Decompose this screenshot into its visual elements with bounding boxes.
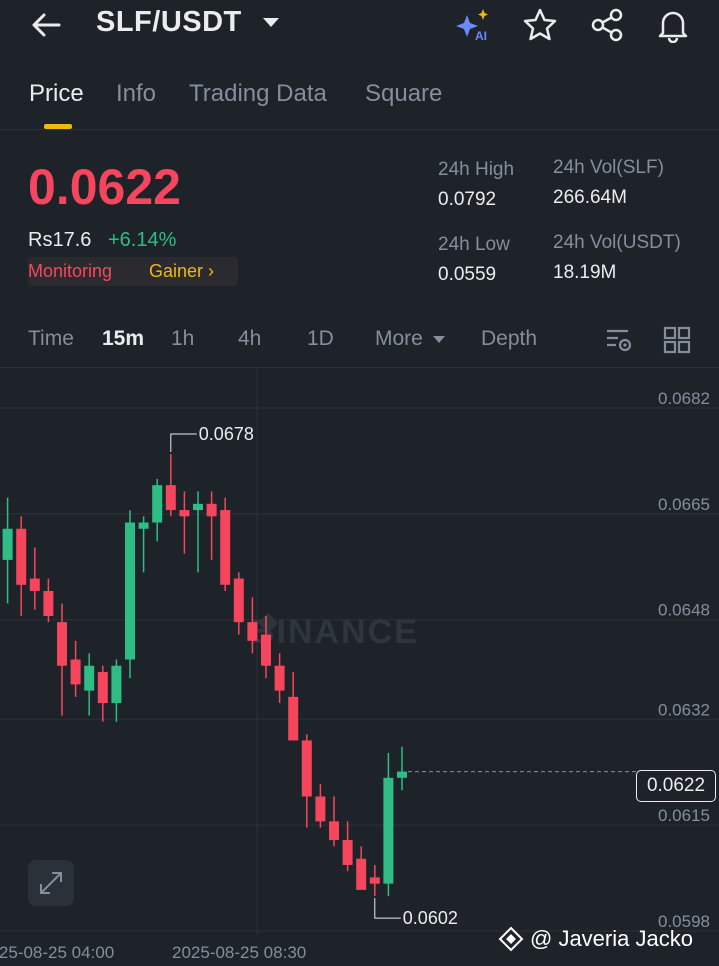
fiat-price: Rs17.6 (28, 229, 92, 251)
monitoring-tag: Monitoring (28, 261, 113, 281)
interval-1h[interactable]: 1h (171, 327, 194, 351)
min-price-label: 0.0602 (403, 908, 458, 928)
candle-body (274, 665, 285, 691)
y-tick-label: 0.0665 (658, 495, 710, 514)
candle-body (315, 796, 326, 822)
tab-price[interactable]: Price (29, 80, 84, 108)
chevron-down-icon[interactable] (263, 18, 279, 27)
candle-body (29, 578, 40, 592)
chart-watermark: BINANCE (250, 613, 419, 651)
interval-time[interactable]: Time (28, 327, 74, 351)
tab-square[interactable]: Square (365, 80, 442, 108)
caret-down-icon (432, 335, 445, 343)
candle-body (97, 671, 108, 704)
min-marker-line (374, 898, 401, 919)
price-change: +6.14% (108, 229, 177, 251)
candle-body (138, 522, 149, 529)
interval-4h[interactable]: 4h (238, 327, 261, 351)
ai-label: AI (475, 29, 487, 43)
candle-body (233, 578, 244, 623)
candle-body (206, 503, 217, 517)
vol-quote-value: 18.19M (553, 262, 617, 283)
chevron-right-icon: › (208, 261, 215, 281)
max-marker-line (170, 433, 197, 453)
back-button[interactable] (26, 5, 66, 45)
pair-title[interactable]: SLF/USDT (96, 6, 242, 39)
x-tick-label: 2025-08-25 04:00 (0, 943, 114, 962)
y-tick-label: 0.0632 (658, 700, 710, 719)
indicator-settings-icon (607, 329, 632, 352)
candle-body (125, 522, 135, 660)
y-tick-label: 0.0682 (658, 389, 710, 408)
indicator-settings-button[interactable] (599, 320, 639, 360)
current-price-label: 0.0622 (636, 770, 716, 802)
candlestick-chart[interactable]: BINANCE 0.0678 0.0602 0.0682 0.0665 0.0648 0… (0, 368, 719, 966)
high-label: 24h High (438, 159, 515, 180)
last-price: 0.0622 (28, 159, 181, 215)
bell-icon (658, 11, 688, 43)
vol-quote-label: 24h Vol(USDT) (553, 232, 681, 253)
interval-15m[interactable]: 15m (102, 327, 144, 351)
interval-1d[interactable]: 1D (307, 327, 334, 351)
grid-icon (663, 326, 691, 354)
candle-body (179, 510, 190, 517)
low-value: 0.0559 (438, 264, 497, 285)
candle-body (57, 622, 67, 666)
interval-more[interactable]: More (375, 327, 445, 351)
arrow-left-icon (32, 13, 61, 37)
max-price-label: 0.0678 (199, 424, 254, 444)
gainer-label: Gainer (149, 261, 204, 281)
candle-body (165, 485, 176, 511)
tab-trading-data[interactable]: Trading Data (189, 80, 327, 108)
candle-body (43, 591, 54, 616)
candle-body (16, 528, 27, 585)
ai-sparkle-icon: AI (456, 9, 488, 43)
low-label: 24h Low (438, 234, 510, 255)
tabs-divider (0, 129, 719, 130)
share-icon (591, 8, 623, 42)
candle-body (383, 777, 394, 884)
fullscreen-button[interactable] (28, 860, 74, 906)
candle-body (369, 877, 380, 884)
interval-depth[interactable]: Depth (481, 327, 537, 351)
candle-body (220, 510, 231, 585)
favorite-button[interactable] (520, 5, 560, 45)
star-icon (523, 8, 557, 41)
binance-diamond-icon (498, 926, 524, 952)
candle-body (247, 622, 258, 641)
vol-base-label: 24h Vol(SLF) (553, 157, 664, 178)
candle-body (329, 821, 339, 841)
layout-button[interactable] (657, 320, 697, 360)
candle-body (397, 771, 407, 778)
candle-body (288, 696, 299, 741)
candle-body (261, 634, 271, 666)
candle-body (111, 665, 122, 704)
ai-button[interactable]: AI (453, 5, 493, 45)
candle-body (84, 665, 95, 691)
alert-button[interactable] (653, 5, 693, 45)
candle-body (342, 840, 353, 865)
share-button[interactable] (587, 5, 627, 45)
y-tick-label: 0.0615 (658, 806, 710, 825)
candle-body (193, 503, 203, 511)
candle-body (301, 740, 312, 797)
candle-body (152, 485, 163, 523)
candle-body (356, 858, 367, 890)
user-watermark: @ Javeria Jacko (498, 926, 693, 952)
candle-body (70, 659, 81, 685)
high-value: 0.0792 (438, 189, 497, 210)
gainer-tag[interactable]: Gainer › (149, 261, 214, 282)
tab-info[interactable]: Info (116, 80, 156, 108)
y-tick-label: 0.0648 (658, 601, 710, 620)
expand-icon (40, 872, 62, 894)
vol-base-value: 266.64M (553, 187, 627, 208)
more-label: More (375, 327, 423, 350)
candle-body (2, 528, 13, 560)
watermark-text: @ Javeria Jacko (530, 926, 693, 951)
x-tick-label: 2025-08-25 08:30 (172, 943, 306, 962)
